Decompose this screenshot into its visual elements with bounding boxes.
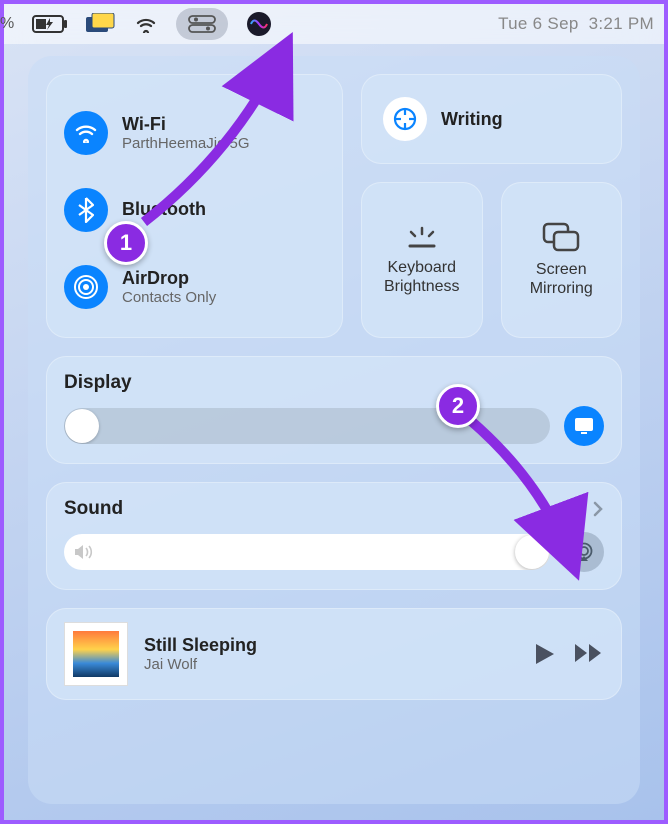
sound-airplay-button[interactable] — [564, 532, 604, 572]
wifi-title: Wi-Fi — [122, 114, 250, 135]
screen-mirroring-label: Screen Mirroring — [507, 260, 617, 298]
sound-title: Sound — [64, 498, 123, 520]
play-button[interactable] — [534, 642, 556, 666]
desktop-switcher-icon[interactable] — [86, 13, 116, 35]
annotation-badge-2: 2 — [436, 384, 480, 428]
airdrop-subtitle: Contacts Only — [122, 289, 216, 306]
airdrop-title: AirDrop — [122, 268, 216, 289]
display-title: Display — [64, 372, 132, 394]
screen-mirroring-card[interactable]: Screen Mirroring — [501, 182, 623, 338]
wifi-row[interactable]: Wi-Fi ParthHeemaJio 5G — [64, 105, 325, 161]
wifi-icon — [64, 111, 108, 155]
display-options-button[interactable] — [564, 406, 604, 446]
track-title: Still Sleeping — [144, 635, 518, 656]
battery-percent-suffix: % — [0, 15, 14, 33]
annotation-badge-1: 1 — [104, 221, 148, 265]
sound-card: Sound — [46, 482, 622, 590]
menubar: % Tue 6 Sep3:21 PM — [4, 4, 664, 44]
bluetooth-row[interactable]: Bluetooth — [64, 182, 325, 238]
keyboard-brightness-icon — [402, 224, 442, 250]
battery-icon[interactable] — [32, 15, 68, 33]
keyboard-brightness-label: Keyboard Brightness — [367, 258, 477, 296]
display-card: Display — [46, 356, 622, 464]
screen-mirroring-icon — [542, 222, 580, 252]
menubar-date: Tue 6 Sep — [498, 14, 579, 33]
wifi-menu-icon[interactable] — [134, 15, 158, 33]
next-track-button[interactable] — [574, 642, 604, 666]
sound-volume-slider[interactable] — [64, 534, 550, 570]
focus-card[interactable]: Writing — [361, 74, 622, 164]
sound-expand-chevron-icon[interactable] — [592, 500, 604, 518]
top-row: Wi-Fi ParthHeemaJio 5G Bluetooth AirDrop — [46, 74, 622, 338]
right-column: Writing Keyboard Brightness Screen Mirro… — [361, 74, 622, 338]
display-slider-knob[interactable] — [65, 409, 99, 443]
volume-icon — [74, 544, 94, 560]
now-playing-card[interactable]: Still Sleeping Jai Wolf — [46, 608, 622, 700]
control-center-panel: Wi-Fi ParthHeemaJio 5G Bluetooth AirDrop — [28, 56, 640, 804]
focus-icon — [383, 97, 427, 141]
bluetooth-icon — [64, 188, 108, 232]
focus-label: Writing — [441, 109, 503, 130]
keyboard-brightness-card[interactable]: Keyboard Brightness — [361, 182, 483, 338]
sound-slider-knob[interactable] — [515, 535, 549, 569]
menubar-datetime[interactable]: Tue 6 Sep 3:21 PM — [498, 14, 654, 34]
control-center-icon[interactable] — [176, 8, 228, 40]
menubar-time: 3:21 PM — [589, 14, 654, 33]
connectivity-card: Wi-Fi ParthHeemaJio 5G Bluetooth AirDrop — [46, 74, 343, 338]
airdrop-icon — [64, 265, 108, 309]
wifi-subtitle: ParthHeemaJio 5G — [122, 135, 250, 152]
utility-grid: Keyboard Brightness Screen Mirroring — [361, 182, 622, 338]
track-artist: Jai Wolf — [144, 656, 518, 673]
siri-icon[interactable] — [246, 11, 272, 37]
bluetooth-title: Bluetooth — [122, 199, 206, 220]
album-art — [64, 622, 128, 686]
airdrop-row[interactable]: AirDrop Contacts Only — [64, 259, 325, 315]
